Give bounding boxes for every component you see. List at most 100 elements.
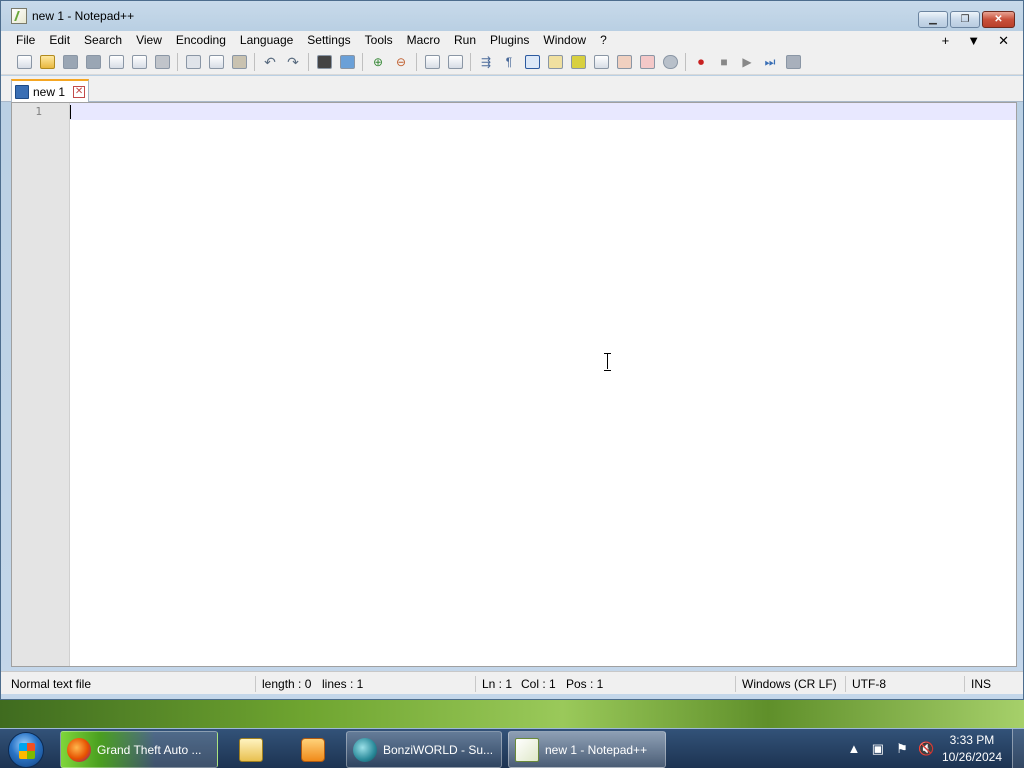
status-ln: Ln : 1 (475, 676, 512, 692)
maximize-button[interactable]: ❐ (950, 11, 980, 28)
tab-bar: new 1 ✕ (1, 76, 1023, 102)
tab-label: new 1 (33, 84, 66, 99)
text-caret (70, 105, 71, 119)
indent-guide-icon[interactable] (521, 52, 543, 72)
system-tray: ▲ ▣ ⚑ 🔇 3:33 PM 10/26/2024 (846, 729, 1024, 768)
stop-recording-icon[interactable]: ■ (713, 52, 735, 72)
save-all-icon[interactable] (82, 52, 104, 72)
toolbar-separator (470, 53, 471, 71)
zoom-out-icon[interactable]: ⊖ (390, 52, 412, 72)
menu-view[interactable]: View (129, 31, 169, 50)
menu-window[interactable]: Window (536, 31, 593, 50)
monitoring-icon[interactable] (636, 52, 658, 72)
toolbar-separator (416, 53, 417, 71)
menu-edit[interactable]: Edit (42, 31, 77, 50)
status-mode[interactable]: INS (964, 676, 991, 692)
show-all-chars-icon[interactable]: ¶ (498, 52, 520, 72)
record-macro-icon[interactable]: ⏺ (690, 52, 712, 72)
taskbar-item-explorer[interactable] (228, 731, 274, 768)
volume-muted-icon[interactable]: 🔇 (918, 741, 934, 757)
tab-new-1[interactable]: new 1 ✕ (11, 79, 89, 102)
print-icon[interactable] (151, 52, 173, 72)
menu-encoding[interactable]: Encoding (169, 31, 233, 50)
close-button[interactable]: ✕ (982, 11, 1015, 28)
status-lines: lines : 1 (322, 677, 364, 691)
menu-tools[interactable]: Tools (358, 31, 400, 50)
zoom-in-icon[interactable]: ⊕ (367, 52, 389, 72)
menu-right-controls: + ▼ ✕ (942, 31, 1009, 50)
save-icon[interactable] (59, 52, 81, 72)
user-defined-language-icon[interactable] (544, 52, 566, 72)
run-macro-multiple-icon[interactable]: ⏭ (759, 52, 781, 72)
open-file-icon[interactable] (36, 52, 58, 72)
toolbar-separator (254, 53, 255, 71)
network-icon[interactable]: ▣ (870, 741, 886, 757)
media-player-icon (301, 737, 325, 762)
menu-language[interactable]: Language (233, 31, 300, 50)
close-icon[interactable] (105, 52, 127, 72)
show-hidden-icons-icon[interactable]: ▲ (846, 741, 862, 757)
taskbar-item-label: Grand Theft Auto ... (97, 742, 202, 757)
clock-time: 3:33 PM (949, 733, 995, 747)
action-center-flag-icon[interactable]: ⚑ (894, 741, 910, 757)
taskbar-item-media-player[interactable] (290, 731, 336, 768)
status-encoding[interactable]: UTF-8 (845, 676, 886, 692)
new-file-icon[interactable] (13, 52, 35, 72)
show-desktop-button[interactable] (1012, 729, 1024, 768)
paste-icon[interactable] (228, 52, 250, 72)
tab-close-icon[interactable]: ✕ (73, 85, 86, 98)
close-icon: ✕ (994, 14, 1003, 25)
taskbar-item-firefox[interactable]: Grand Theft Auto ... (60, 731, 218, 768)
find-icon[interactable] (313, 52, 335, 72)
tab-list-icon[interactable]: ▼ (967, 31, 980, 50)
current-line-highlight (70, 103, 1016, 120)
menu-run[interactable]: Run (447, 31, 483, 50)
document-map-icon[interactable] (567, 52, 589, 72)
line-number: 1 (35, 105, 42, 118)
menu-macro[interactable]: Macro (400, 31, 447, 50)
taskbar-item-bonziworld[interactable]: BonziWORLD - Su... (346, 731, 502, 768)
start-button[interactable] (8, 732, 44, 768)
new-tab-icon[interactable]: + (942, 31, 950, 50)
menu-bar: File Edit Search View Encoding Language … (1, 31, 1023, 50)
close-all-icon[interactable] (128, 52, 150, 72)
editor-area[interactable]: 1 (11, 102, 1017, 667)
sync-vertical-icon[interactable] (421, 52, 443, 72)
doc-list-icon[interactable] (659, 52, 681, 72)
word-wrap-icon[interactable]: ⇶ (475, 52, 497, 72)
title-bar[interactable]: new 1 - Notepad++ ▁ ❐ ✕ (1, 1, 1023, 31)
taskbar-item-notepad-plus-plus[interactable]: new 1 - Notepad++ (508, 731, 666, 768)
sync-horizontal-icon[interactable] (444, 52, 466, 72)
bonziworld-icon (353, 737, 377, 762)
play-macro-icon[interactable]: ▶ (736, 52, 758, 72)
status-length: length : 0 (255, 676, 311, 692)
close-doc-icon[interactable]: ✕ (998, 31, 1009, 50)
toolbar-separator (362, 53, 363, 71)
menu-settings[interactable]: Settings (300, 31, 357, 50)
clock-date: 10/26/2024 (941, 750, 1002, 764)
replace-icon[interactable] (336, 52, 358, 72)
undo-icon[interactable]: ↶ (259, 52, 281, 72)
line-number-gutter[interactable]: 1 (12, 103, 70, 666)
folder-as-workspace-icon[interactable] (613, 52, 635, 72)
menu-help[interactable]: ? (593, 31, 614, 50)
file-explorer-icon (239, 737, 263, 762)
minimize-button[interactable]: ▁ (918, 11, 948, 28)
minimize-icon: ▁ (929, 14, 937, 25)
menu-search[interactable]: Search (77, 31, 129, 50)
toolbar-separator (685, 53, 686, 71)
menu-file[interactable]: File (9, 31, 42, 50)
menu-plugins[interactable]: Plugins (483, 31, 536, 50)
redo-icon[interactable]: ↷ (282, 52, 304, 72)
taskbar-item-label: new 1 - Notepad++ (545, 742, 648, 757)
notepad-plus-plus-window: new 1 - Notepad++ ▁ ❐ ✕ File Edit Search… (0, 0, 1024, 700)
cut-icon[interactable] (182, 52, 204, 72)
status-col: Col : 1 (521, 677, 556, 691)
notepad-plus-plus-icon[interactable] (11, 8, 27, 24)
status-file-type: Normal text file (11, 677, 92, 691)
clock[interactable]: 3:33 PM 10/26/2024 (942, 732, 1002, 766)
copy-icon[interactable] (205, 52, 227, 72)
save-macro-icon[interactable] (782, 52, 804, 72)
function-list-icon[interactable] (590, 52, 612, 72)
status-eol[interactable]: Windows (CR LF) (735, 676, 837, 692)
